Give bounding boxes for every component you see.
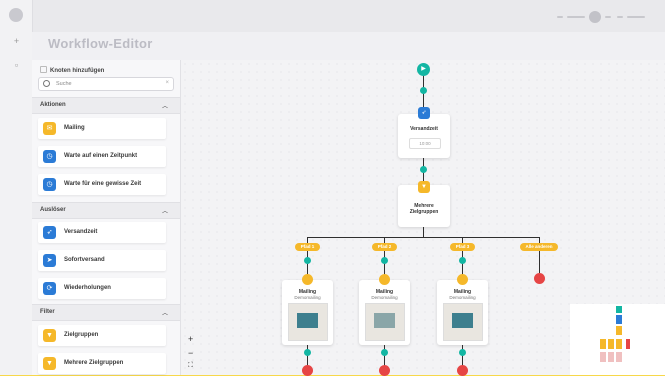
connection-handle[interactable]: [420, 166, 427, 173]
filter-multi-icon: ▼: [418, 181, 430, 193]
clear-icon[interactable]: ×: [165, 80, 169, 86]
connection-handle[interactable]: [459, 257, 466, 264]
node-item-versandzeit[interactable]: ➶ Versandzeit: [38, 222, 166, 243]
mailing-thumbnail: [365, 303, 405, 341]
repeat-icon: ⟳: [43, 282, 56, 295]
mailing-thumbnail: [288, 303, 328, 341]
branch-label[interactable]: Pfad 3: [450, 243, 475, 251]
node-item-mehrere-zielgruppen[interactable]: ▼ Mehrere Zielgruppen: [38, 353, 166, 374]
connection-handle[interactable]: [304, 257, 311, 264]
connection-handle[interactable]: [420, 87, 427, 94]
node-item-wiederholungen[interactable]: ⟳ Wiederholungen: [38, 278, 166, 299]
section-filter[interactable]: Filter ︿: [32, 304, 180, 321]
mailing-node[interactable]: Mailing Demomailing: [359, 274, 410, 345]
branch-label[interactable]: Alle anderen: [520, 243, 558, 251]
filter-multi-icon: ▼: [43, 357, 56, 370]
section-aktionen[interactable]: Aktionen ︿: [32, 97, 180, 114]
mail-icon: ✉: [43, 122, 56, 135]
mail-icon: [457, 274, 468, 285]
mail-icon: [302, 274, 313, 285]
search-input[interactable]: Suche ×: [38, 77, 174, 91]
start-node-icon[interactable]: ▶: [417, 63, 430, 76]
page-title: Workflow-Editor: [48, 36, 153, 51]
connection-handle[interactable]: [459, 349, 466, 356]
end-node-icon[interactable]: [457, 365, 468, 376]
branch-bus: [307, 237, 540, 238]
search-icon: [43, 80, 50, 87]
paper-plane-icon: ➤: [43, 254, 56, 267]
connector: [423, 227, 424, 237]
section-ausloeser[interactable]: Auslöser ︿: [32, 202, 180, 219]
mailing-node[interactable]: Mailing Demomailing: [282, 274, 333, 345]
connection-handle[interactable]: [304, 349, 311, 356]
node-item-mailing[interactable]: ✉ Mailing: [38, 118, 166, 139]
trigger-node[interactable]: ➶ Versandzeit 10:00: [398, 107, 450, 158]
mail-icon: [379, 274, 390, 285]
branch-label[interactable]: Pfad 1: [295, 243, 320, 251]
connection-handle[interactable]: [381, 257, 388, 264]
add-icon[interactable]: +: [13, 37, 20, 46]
timer-icon: ◷: [43, 178, 56, 191]
chevron-up-icon: ︿: [161, 311, 168, 317]
clock-icon: ◷: [43, 150, 56, 163]
zoom-in-button[interactable]: +: [188, 334, 193, 344]
end-node-icon[interactable]: [379, 365, 390, 376]
mailing-node[interactable]: Mailing Demomailing: [437, 274, 488, 345]
mailing-thumbnail: [443, 303, 483, 341]
chevron-up-icon: ︿: [161, 209, 168, 215]
panel-heading: Knoten hinzufügen: [40, 66, 104, 74]
copy-icon[interactable]: ▫: [13, 61, 20, 70]
filter-icon: ▼: [43, 329, 56, 342]
chevron-up-icon: ︿: [161, 104, 168, 110]
zoom-out-button[interactable]: −: [188, 348, 193, 358]
node-item-zielgruppen[interactable]: ▼ Zielgruppen: [38, 325, 166, 346]
time-field[interactable]: 10:00: [409, 138, 441, 149]
minimap[interactable]: [570, 304, 665, 375]
end-node-icon[interactable]: [534, 273, 545, 284]
node-item-wait-until[interactable]: ◷ Warte auf einen Zeitpunkt: [38, 146, 166, 167]
end-node-icon[interactable]: [302, 365, 313, 376]
filter-node[interactable]: ▼ Mehrere Zielgruppen: [398, 181, 450, 227]
avatar[interactable]: [589, 11, 601, 23]
left-rail: + ▫: [0, 0, 33, 375]
node-item-wait-duration[interactable]: ◷ Warte für eine gewisse Zeit: [38, 174, 166, 195]
node-item-sofortversand[interactable]: ➤ Sofortversand: [38, 250, 166, 271]
app-logo: [9, 8, 23, 22]
panel-toggle-icon[interactable]: [40, 66, 47, 73]
send-time-icon: ➶: [418, 107, 430, 119]
send-time-icon: ➶: [43, 226, 56, 239]
fit-view-button[interactable]: ⛶: [188, 362, 193, 370]
user-menu[interactable]: [557, 11, 647, 23]
connection-handle[interactable]: [381, 349, 388, 356]
branch-label[interactable]: Pfad 2: [372, 243, 397, 251]
